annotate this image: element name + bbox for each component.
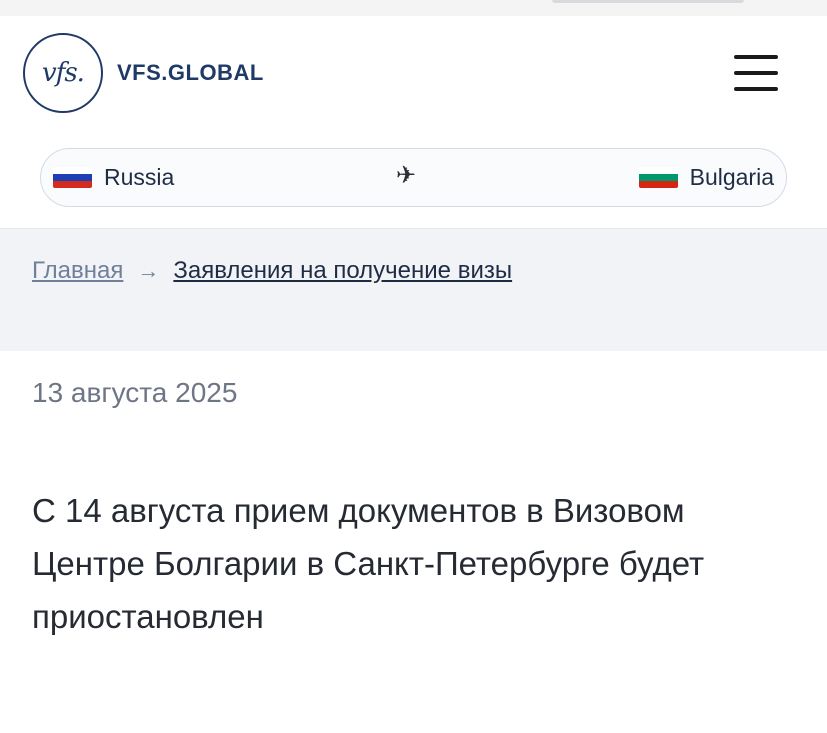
brand-name: VFS.GLOBAL <box>117 60 264 85</box>
bulgaria-flag-icon <box>638 167 678 188</box>
hamburger-menu-icon[interactable] <box>734 55 778 91</box>
address-bar-edge <box>552 0 744 3</box>
breadcrumb-home-link[interactable]: Главная <box>32 257 123 285</box>
destination-country[interactable]: Bulgaria <box>638 164 774 191</box>
breadcrumb-arrow-icon: → <box>137 258 160 283</box>
breadcrumb-current-link[interactable]: Заявления на получение визы <box>173 257 512 285</box>
vfs-logo-link[interactable]: vfs. VFS.GLOBAL <box>23 33 264 113</box>
route-selector[interactable]: Russia ✈ Bulgaria <box>40 148 787 207</box>
origin-country[interactable]: Russia <box>53 164 174 191</box>
article-date: 13 августа 2025 <box>32 377 238 408</box>
browser-top-strip <box>0 0 827 16</box>
destination-label: Bulgaria <box>689 164 774 190</box>
airplane-icon: ✈ <box>395 162 417 189</box>
vfs-logo-icon: vfs. <box>23 33 103 113</box>
article-title: С 14 августа прием документов в Визовом … <box>32 492 705 635</box>
logo-mark-text: vfs. <box>42 58 85 88</box>
origin-label: Russia <box>104 164 175 190</box>
russia-flag-icon <box>53 167 92 188</box>
breadcrumb: Главная → Заявления на получение визы <box>0 228 827 351</box>
site-header: vfs. VFS.GLOBAL Russia ✈ Bulgaria <box>0 16 827 228</box>
